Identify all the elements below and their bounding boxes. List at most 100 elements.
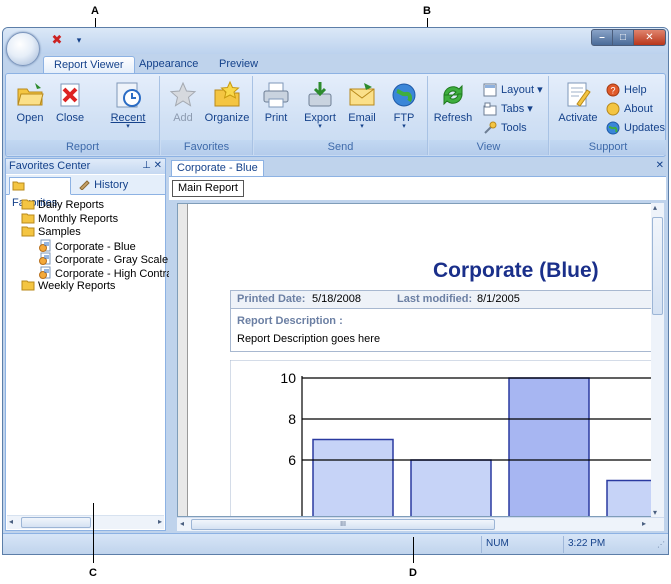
layout-icon [483,83,497,97]
printed-date-label: Printed Date: [237,293,306,305]
report-bar-chart: 6 8 10 [230,360,660,516]
group-label-favorites: Favorites [161,140,252,155]
favorites-panel-header: Favorites Center ⊥ ✕ [6,159,165,174]
about-button[interactable]: About [606,100,653,118]
group-send: Print Export ▾ Email ▾ FTP ▾ Send [254,76,428,155]
refresh-button[interactable]: Refresh [431,78,475,136]
tree-folder-item[interactable]: Weekly Reports [21,279,115,293]
scroll-up-icon[interactable]: ▴ [653,203,657,212]
group-label-report: Report [6,140,159,155]
layout-button[interactable]: Layout ▾ [483,81,543,99]
doc-scroll-left-icon[interactable]: ◂ [180,519,184,528]
add-favorite-button[interactable]: Add [161,78,205,136]
scroll-left-icon[interactable]: ◂ [9,517,13,526]
tab-report-viewer[interactable]: Report Viewer [43,56,135,74]
tab-preview[interactable]: Preview [209,56,268,74]
document-tab-corporate-blue[interactable]: Corporate - Blue [171,160,264,176]
folder-icon [21,226,35,237]
tree-report-item[interactable]: Corporate - High Contrast [38,266,181,280]
chart-ytick-label: 8 [288,411,296,427]
window-close-button[interactable]: ✕ [633,29,666,46]
tabs-button[interactable]: Tabs ▾ [483,100,533,118]
tab-appearance[interactable]: Appearance [129,56,208,74]
activate-button[interactable]: Activate [554,78,602,136]
chart-ytick-label: 10 [280,370,296,386]
tree-report-item[interactable]: Corporate - Gray Scale [38,252,168,266]
tree-folder-item[interactable]: Daily Reports [21,198,104,212]
organize-button[interactable]: Organize [203,78,251,136]
refresh-icon [443,84,463,106]
activate-certificate-icon [567,82,591,107]
tree-item-label: Corporate - Blue [55,240,136,253]
scroll-right-icon[interactable]: ▸ [158,517,162,526]
help-button[interactable]: ? Help [606,81,647,99]
tree-report-item[interactable]: Corporate - Blue [38,239,136,253]
last-modified-value: 8/1/2005 [477,293,520,305]
status-time: 3:22 PM [563,536,649,553]
tree-item-label: Corporate - Gray Scale [55,254,169,266]
tree-folder-item[interactable]: Samples [21,225,81,239]
about-icon [606,102,620,116]
ftp-button[interactable]: FTP ▾ [382,78,426,136]
document-hscroll-thumb[interactable]: III [191,519,495,530]
callout-b: B [423,5,431,17]
export-button[interactable]: Export ▾ [298,78,342,136]
quick-access-dropdown-icon[interactable]: ▾ [71,32,87,48]
tree-item-label: Daily Reports [38,199,105,211]
favorites-tabs: Favorites History [6,175,165,209]
add-star-icon [169,81,197,107]
group-report: Open Close Recent ▾ Report [6,76,160,155]
print-button[interactable]: Print [254,78,298,136]
favorites-folder-icon [12,181,25,191]
tabs-icon [483,102,497,116]
recent-button[interactable]: Recent ▾ [104,78,152,136]
subtab-main-report[interactable]: Main Report [172,180,244,197]
document-hscrollbar[interactable]: ◂ III ▸ [177,517,664,531]
email-button[interactable]: Email ▾ [340,78,384,136]
resize-grip-icon[interactable]: ⋰ [657,540,665,549]
report-document-area: Corporate - Blue ✕ Main Report Corporate… [169,158,666,531]
scroll-down-icon[interactable]: ▾ [653,508,657,517]
pin-icon[interactable]: ⊥ [142,160,151,171]
report-icon [39,252,51,265]
application-menu-button[interactable] [6,32,40,66]
minimize-button[interactable]: – [591,29,613,46]
document-vscrollbar[interactable]: ▴ ▾ [651,203,664,517]
tab-history[interactable]: History [76,177,136,195]
callout-a: A [91,5,99,17]
ribbon: Open Close Recent ▾ Report Add Organize [5,73,666,157]
report-icon [39,239,51,252]
open-button[interactable]: Open [8,78,52,136]
svg-text:?: ? [610,86,615,96]
tree-folder-item[interactable]: Monthly Reports [21,212,118,226]
favorites-hscrollbar[interactable]: ◂ ▸ [7,515,164,529]
panel-close-icon[interactable]: ✕ [154,160,162,171]
recent-clock-icon [116,82,141,108]
help-icon: ? [606,83,620,97]
ftp-globe-icon [392,83,416,107]
updates-globe-icon [606,121,620,135]
tools-button[interactable]: Tools [483,119,527,137]
document-vscroll-thumb[interactable] [652,217,663,315]
title-bar: ✖ ▾ – □ ✕ [3,28,668,54]
organize-folder-icon [214,80,240,107]
tree-item-label: Samples [38,226,81,238]
group-view: Refresh Layout ▾ Tabs ▾ Tools View [429,76,549,155]
email-envelope-icon [349,83,375,106]
favorites-hscroll-thumb[interactable] [21,517,91,528]
description-value: Report Description goes here [237,333,381,345]
tab-favorites[interactable]: Favorites [9,177,71,209]
status-num-lock: NUM [481,536,561,553]
updates-button[interactable]: Updates [606,119,665,137]
document-close-icon[interactable]: ✕ [656,160,664,171]
printer-icon [263,82,289,108]
close-button[interactable]: Close [48,78,92,136]
doc-scroll-right-icon[interactable]: ▸ [642,519,646,528]
maximize-button[interactable]: □ [612,29,634,46]
callout-c: C [89,567,97,579]
group-label-view: View [429,140,548,155]
quick-access-close-icon[interactable]: ✖ [49,32,65,48]
callout-c-line [93,503,94,563]
folder-icon [21,199,35,210]
report-header-box: Printed Date: 5/18/2008 Last modified: 8… [230,290,660,352]
